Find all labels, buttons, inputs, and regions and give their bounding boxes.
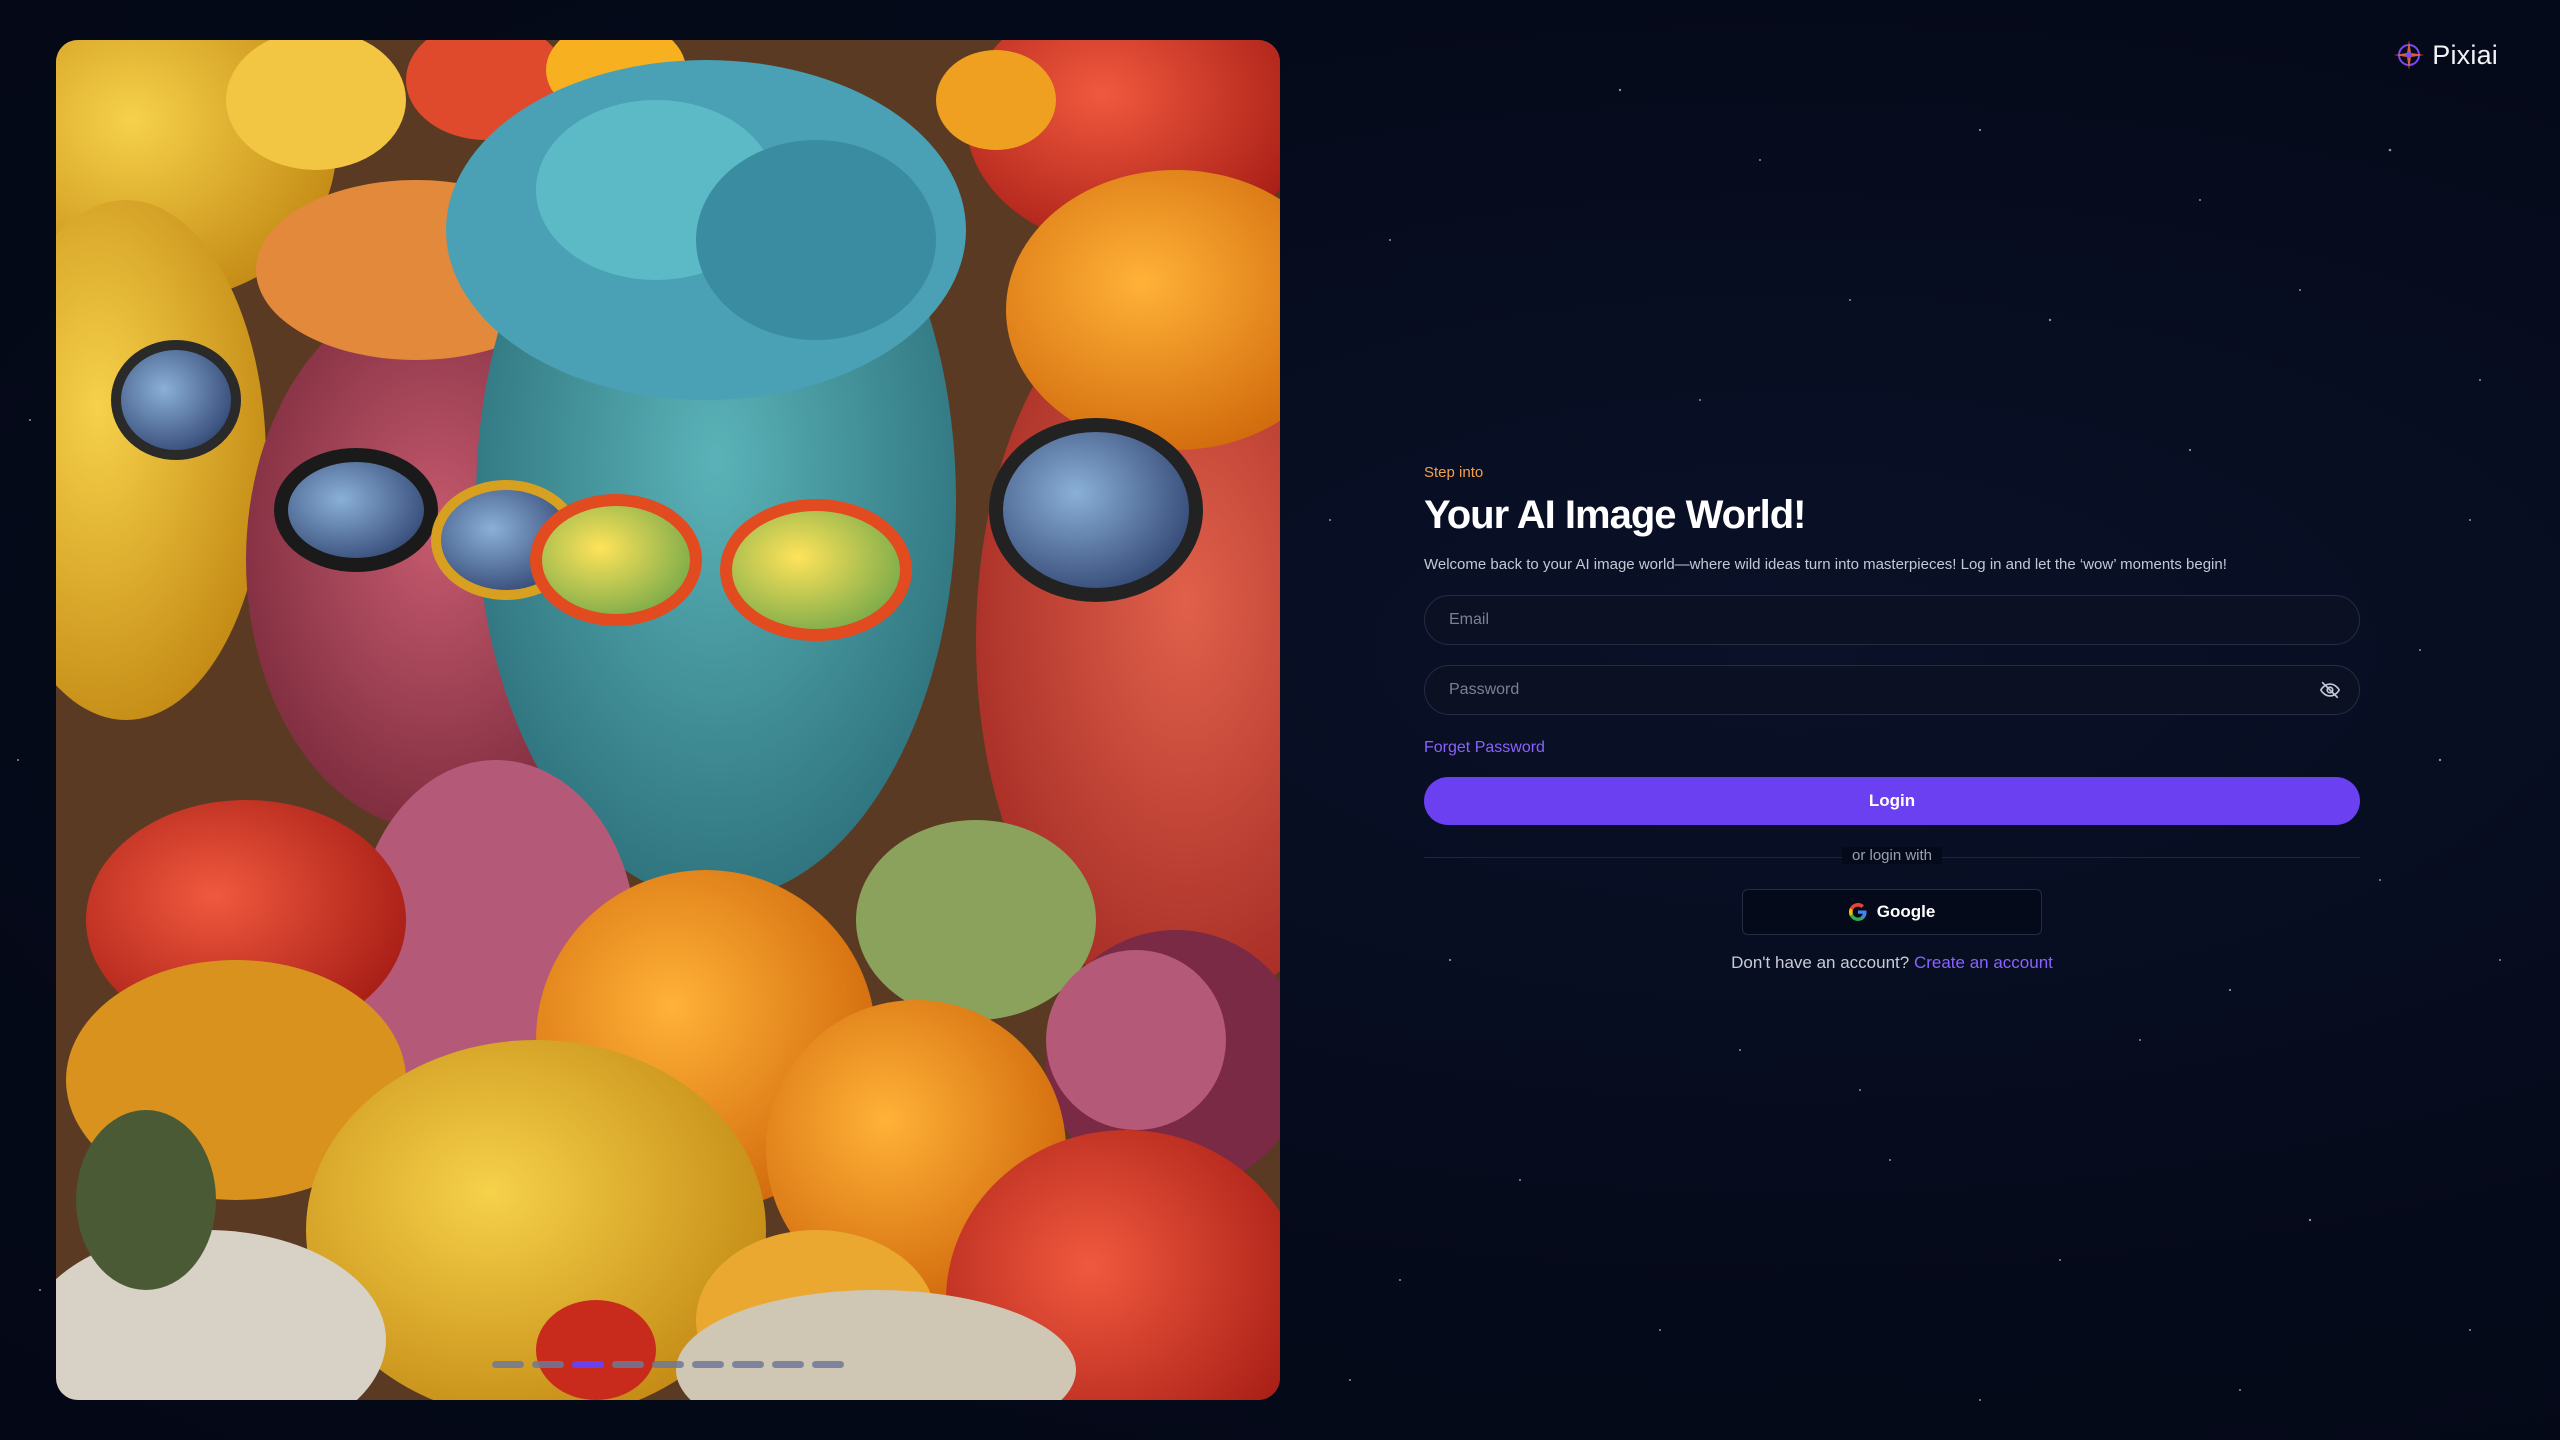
signup-prompt: Don't have an account? <box>1731 953 1910 972</box>
carousel-dot[interactable] <box>532 1361 564 1368</box>
compass-star-icon <box>2394 40 2425 70</box>
google-login-button[interactable]: Google <box>1742 889 2042 935</box>
email-field-wrapper <box>1424 595 2360 645</box>
page-subtitle: Welcome back to your AI image world—wher… <box>1424 556 2227 573</box>
eyebrow-text: Step into <box>1424 464 1484 481</box>
brand[interactable]: Pixiai <box>2392 38 2498 72</box>
divider-label: or login with <box>1841 847 1943 864</box>
carousel-dot[interactable] <box>812 1361 844 1368</box>
login-form: Step into Your AI Image World! Welcome b… <box>1424 464 2360 973</box>
google-icon <box>1848 903 1867 921</box>
page-title: Your AI Image World! <box>1424 493 1807 537</box>
login-divider: or login with <box>1424 847 2360 867</box>
carousel-dot[interactable] <box>652 1361 684 1368</box>
carousel-dot[interactable] <box>492 1361 524 1368</box>
email-input[interactable] <box>1425 596 2359 644</box>
carousel-indicators <box>56 1361 1280 1368</box>
carousel-dot[interactable] <box>772 1361 804 1368</box>
hero-image-panel <box>56 40 1280 1400</box>
carousel-dot[interactable] <box>572 1361 604 1368</box>
carousel-dot[interactable] <box>732 1361 764 1368</box>
password-input[interactable] <box>1425 666 2359 714</box>
google-button-label: Google <box>1876 902 1936 921</box>
carousel-dot[interactable] <box>692 1361 724 1368</box>
forgot-password-link[interactable]: Forget Password <box>1424 739 1545 757</box>
eye-off-icon[interactable] <box>2319 679 2341 701</box>
login-button[interactable]: Login <box>1424 777 2360 825</box>
brand-name: Pixiai <box>2432 39 2498 70</box>
carousel-dot[interactable] <box>612 1361 644 1368</box>
login-page: Pixiai Step into Your AI Image World! We… <box>0 0 2560 1440</box>
create-account-link[interactable]: Create an account <box>1914 953 2053 972</box>
signup-row: Don't have an account? Create an account <box>1424 953 2360 973</box>
password-field-wrapper <box>1424 665 2360 715</box>
hero-illustration <box>56 40 1280 1400</box>
